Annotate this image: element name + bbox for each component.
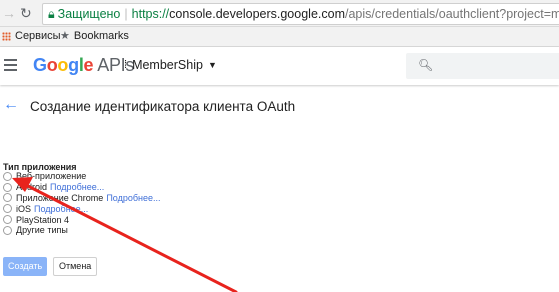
- reload-icon[interactable]: ↻: [20, 4, 32, 22]
- search-input[interactable]: 🔍︎: [406, 53, 559, 79]
- radio-button[interactable]: [3, 204, 12, 214]
- radio-option-ios[interactable]: iOS Подробнее...: [3, 203, 161, 214]
- create-button[interactable]: Создать: [3, 257, 48, 276]
- chevron-down-icon: ▼: [207, 60, 217, 70]
- radio-option-chrome[interactable]: Приложение Chrome Подробнее...: [3, 193, 161, 204]
- search-icon: 🔍︎: [418, 58, 434, 72]
- bookmark-services[interactable]: Сервисы: [2, 27, 61, 46]
- radio-label: Другие типы: [16, 225, 68, 236]
- radio-label: iOS: [16, 203, 32, 214]
- radio-option-android[interactable]: Android Подробнее...: [3, 182, 161, 193]
- page-title: Создание идентификатора клиента OAuth: [30, 99, 296, 114]
- console-header: Google APIs ⁞ MemberShip ▼ 🔍︎: [0, 47, 559, 85]
- browser-address-bar: → ↻ 🔒︎ Защищено | https://console.developer…: [0, 0, 559, 27]
- forward-arrow-icon[interactable]: →: [2, 4, 16, 22]
- radio-label: Android: [16, 182, 48, 193]
- radio-button[interactable]: [3, 225, 12, 235]
- logo-letter: o: [46, 55, 58, 75]
- radio-button[interactable]: [3, 182, 12, 192]
- apps-grid-icon: [2, 32, 11, 41]
- radio-option-playstation[interactable]: PlayStation 4: [3, 214, 161, 225]
- cancel-button[interactable]: Отмена: [53, 257, 98, 276]
- lock-icon: 🔒︎: [48, 7, 55, 21]
- back-arrow-icon[interactable]: ←: [3, 96, 19, 114]
- google-apis-logo[interactable]: Google APIs: [33, 55, 134, 76]
- radio-label: Приложение Chrome: [16, 192, 104, 203]
- url-path: /apis/credentials/oauthclient?project=me…: [344, 7, 559, 21]
- bookmarks-bar: Сервисы ★ Bookmarks: [0, 27, 559, 47]
- radio-option-other[interactable]: Другие типы: [3, 225, 161, 236]
- learn-more-link[interactable]: Подробнее...: [50, 182, 104, 192]
- url-separator: |: [124, 7, 128, 21]
- logo-letter: o: [57, 55, 69, 75]
- star-icon: ★: [60, 30, 70, 42]
- url-host: console.developers.google.com: [169, 7, 345, 21]
- bookmark-label: Bookmarks: [73, 30, 129, 42]
- learn-more-link[interactable]: Подробнее...: [106, 193, 160, 203]
- project-selector[interactable]: ⁞ MemberShip ▼: [124, 58, 217, 72]
- project-dots-icon: ⁞: [124, 59, 128, 71]
- radio-button[interactable]: [3, 193, 12, 203]
- learn-more-link[interactable]: Подробнее...: [34, 204, 88, 214]
- url-bar[interactable]: 🔒︎ Защищено | https://console.developers.go…: [42, 3, 559, 25]
- bookmark-bookmarks[interactable]: ★ Bookmarks: [60, 27, 129, 46]
- url-scheme: https://: [131, 7, 170, 21]
- logo-letter: g: [68, 55, 79, 75]
- radio-option-web[interactable]: Веб-приложение: [3, 171, 161, 182]
- menu-icon[interactable]: [4, 59, 17, 71]
- radio-label: PlayStation 4: [16, 214, 70, 225]
- bookmark-label: Сервисы: [15, 30, 61, 42]
- application-type-radio-group: Веб-приложение Android Подробнее... Прил…: [3, 171, 161, 236]
- logo-letter: e: [83, 55, 94, 75]
- secure-label: Защищено: [57, 7, 121, 21]
- project-name: MemberShip: [132, 58, 203, 72]
- radio-button[interactable]: [3, 171, 12, 181]
- radio-label: Веб-приложение: [16, 171, 87, 182]
- radio-button[interactable]: [3, 215, 12, 225]
- logo-letter: G: [33, 55, 47, 75]
